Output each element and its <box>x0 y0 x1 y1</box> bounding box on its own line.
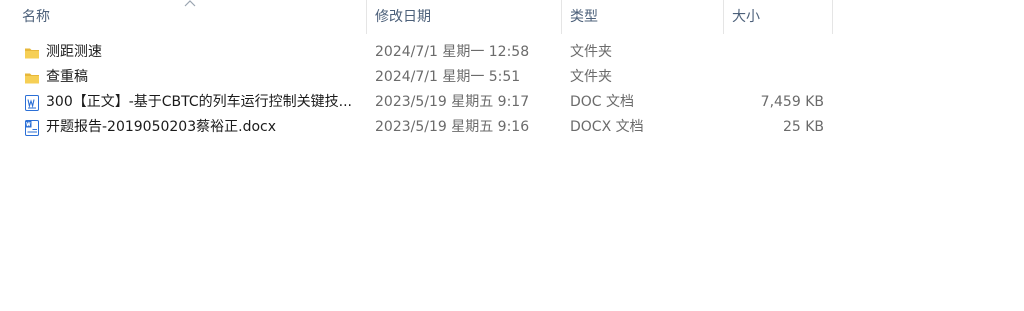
word-doc-icon <box>25 95 39 111</box>
sort-ascending-icon <box>184 0 196 7</box>
file-name: 300【正文】-基于CBTC的列车运行控制关键技... <box>46 94 353 110</box>
file-row[interactable]: 测距测速 2024/7/1 星期一 12:58 文件夹 <box>0 40 1024 65</box>
file-explorer-list: 名称 修改日期 类型 大小 测距测速 2024/7/1 星期一 12:58 文件… <box>0 0 1024 311</box>
file-name: 开题报告-2019050203蔡裕正.docx <box>46 119 277 135</box>
file-type: 文件夹 <box>570 69 612 85</box>
folder-icon <box>25 48 39 59</box>
word-doc-icon <box>25 120 39 136</box>
modified-date: 2024/7/1 星期一 12:58 <box>375 44 530 60</box>
column-header-type[interactable]: 类型 <box>570 0 598 34</box>
name-cell: 查重稿 <box>24 65 364 90</box>
file-type: DOCX 文档 <box>570 119 644 135</box>
modified-date: 2023/5/19 星期五 9:17 <box>375 94 530 110</box>
modified-date: 2024/7/1 星期一 5:51 <box>375 69 521 85</box>
name-cell: 300【正文】-基于CBTC的列车运行控制关键技... <box>24 90 364 115</box>
file-size: 25 KB <box>782 119 824 135</box>
file-row[interactable]: 300【正文】-基于CBTC的列车运行控制关键技... 2023/5/19 星期… <box>0 90 1024 115</box>
column-header-name[interactable]: 名称 <box>22 0 50 34</box>
file-type: 文件夹 <box>570 44 612 60</box>
file-size: 7,459 KB <box>760 94 824 110</box>
file-size <box>726 40 824 65</box>
column-header-size[interactable]: 大小 <box>732 0 760 34</box>
column-divider[interactable] <box>723 0 724 34</box>
column-header-bar: 名称 修改日期 类型 大小 <box>0 0 1024 34</box>
column-header-modified[interactable]: 修改日期 <box>375 0 431 34</box>
column-divider[interactable] <box>366 0 367 34</box>
column-divider[interactable] <box>561 0 562 34</box>
file-name: 测距测速 <box>46 44 102 60</box>
file-row[interactable]: 开题报告-2019050203蔡裕正.docx 2023/5/19 星期五 9:… <box>0 115 1024 140</box>
name-cell: 测距测速 <box>24 40 364 65</box>
column-divider[interactable] <box>832 0 833 34</box>
file-name: 查重稿 <box>46 69 88 85</box>
file-type: DOC 文档 <box>570 94 635 110</box>
file-size <box>726 65 824 90</box>
folder-icon <box>25 73 39 84</box>
modified-date: 2023/5/19 星期五 9:16 <box>375 119 530 135</box>
file-row[interactable]: 查重稿 2024/7/1 星期一 5:51 文件夹 <box>0 65 1024 90</box>
name-cell: 开题报告-2019050203蔡裕正.docx <box>24 115 364 140</box>
